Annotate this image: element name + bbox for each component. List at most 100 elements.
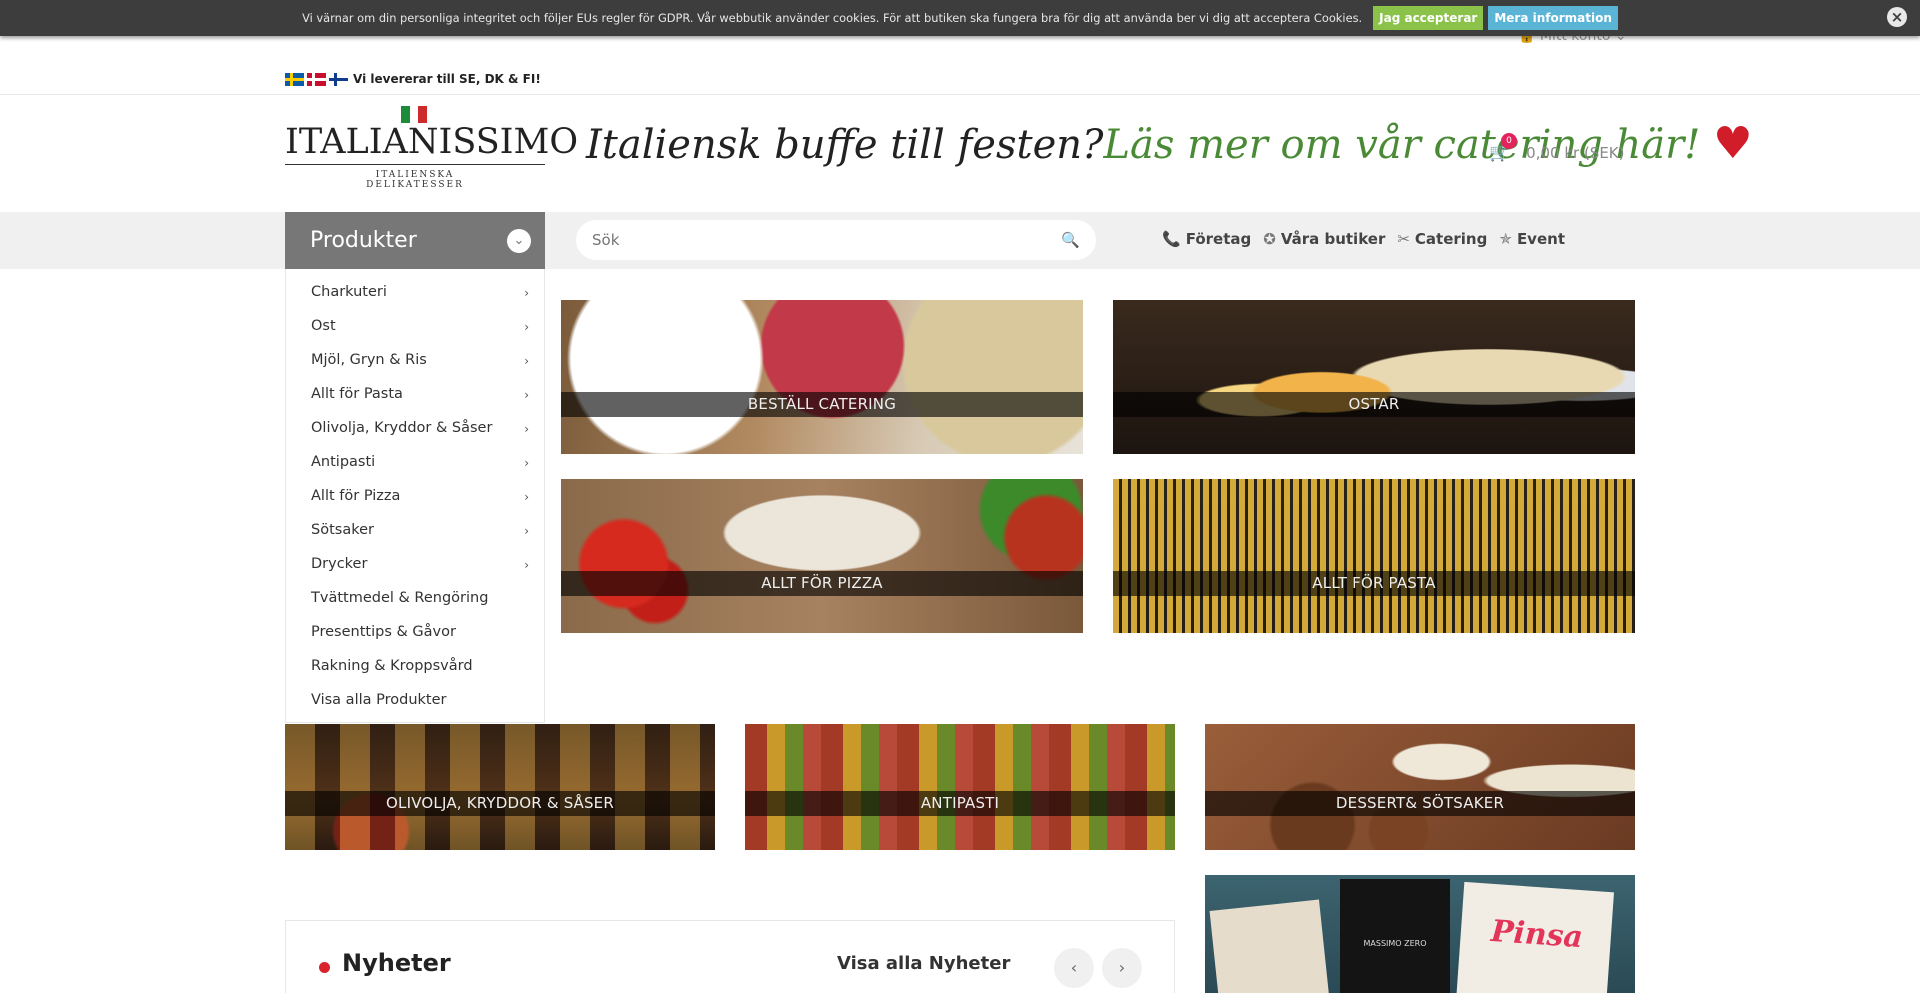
star-outline-icon: ✯ bbox=[1499, 230, 1512, 248]
link-event[interactable]: ✯ Event bbox=[1499, 230, 1565, 248]
utensils-icon: ✂ bbox=[1397, 230, 1410, 248]
chevron-right-icon: › bbox=[524, 286, 529, 300]
category-label: Ost bbox=[311, 318, 336, 334]
logo-subtitle: ITALIENSKA DELIKATESSER bbox=[366, 170, 464, 190]
cart-count-badge: 0 bbox=[1501, 133, 1517, 149]
heart-icon: ♥ bbox=[1713, 118, 1753, 169]
link-vara-butiker[interactable]: ✪ Våra butiker bbox=[1263, 230, 1385, 248]
products-menu-button[interactable]: Produkter ⌄ bbox=[285, 212, 545, 269]
close-icon[interactable]: × bbox=[1887, 7, 1907, 27]
category-item[interactable]: Antipasti › bbox=[286, 445, 544, 479]
category-label: Presenttips & Gåvor bbox=[311, 624, 456, 640]
link-foretag[interactable]: 📞 Företag bbox=[1162, 230, 1251, 248]
category-label: Mjöl, Gryn & Ris bbox=[311, 352, 427, 368]
tile-ostar[interactable]: OSTAR bbox=[1113, 300, 1635, 454]
tile-catering[interactable]: BESTÄLL CATERING bbox=[561, 300, 1083, 454]
category-sidebar: Charkuteri › Ost › Mjöl, Gryn & Ris › Allt … bbox=[285, 269, 545, 723]
category-label: Allt för Pasta bbox=[311, 386, 403, 402]
category-label: Rakning & Kroppsvård bbox=[311, 658, 473, 674]
chevron-right-icon[interactable]: › bbox=[1102, 948, 1142, 988]
cart[interactable]: 🛒 0 0,00 kr (SEK) bbox=[1489, 133, 1625, 163]
chevron-right-icon: › bbox=[524, 456, 529, 470]
tile-pizza[interactable]: ALLT FÖR PIZZA bbox=[561, 479, 1083, 633]
accept-cookies-button[interactable]: Jag accepterar bbox=[1373, 6, 1484, 30]
search-box: 🔍 bbox=[576, 220, 1096, 260]
news-section: Nyheter Visa alla Nyheter ‹ › bbox=[285, 920, 1175, 993]
category-item[interactable]: Mjöl, Gryn & Ris › bbox=[286, 343, 544, 377]
chevron-right-icon: › bbox=[524, 524, 529, 538]
delivery-text: Vi levererar till SE, DK & FI! bbox=[353, 72, 541, 86]
category-item[interactable]: Visa alla Produkter bbox=[286, 683, 544, 717]
category-item[interactable]: Drycker › bbox=[286, 547, 544, 581]
link-label: Catering bbox=[1414, 230, 1488, 248]
tile-label: OSTAR bbox=[1113, 392, 1635, 417]
category-item[interactable]: Ost › bbox=[286, 309, 544, 343]
category-item[interactable]: Presenttips & Gåvor bbox=[286, 615, 544, 649]
star-icon: ✪ bbox=[1263, 230, 1276, 248]
chevron-right-icon: › bbox=[524, 354, 529, 368]
promo-pinsa: Pinsa bbox=[1489, 913, 1585, 956]
divider bbox=[0, 94, 1920, 95]
promo-brand: MASSIMO ZERO bbox=[1363, 939, 1427, 948]
chevron-right-icon: › bbox=[524, 388, 529, 402]
site-logo[interactable]: ITALIANISSIMO ITALIENSKA DELIKATESSER bbox=[285, 104, 579, 196]
tile-promo-products[interactable]: MASSIMO ZERO Pinsa bbox=[1205, 875, 1635, 993]
link-label: Våra butiker bbox=[1280, 230, 1386, 248]
product-package: Pinsa bbox=[1455, 881, 1615, 993]
category-label: Allt för Pizza bbox=[311, 488, 401, 504]
category-label: Sötsaker bbox=[311, 522, 374, 538]
more-info-button[interactable]: Mera information bbox=[1488, 6, 1618, 30]
news-title: Nyheter bbox=[342, 949, 451, 977]
tile-label: ANTIPASTI bbox=[745, 791, 1175, 816]
tile-label: ALLT FÖR PASTA bbox=[1113, 571, 1635, 596]
tile-pasta[interactable]: ALLT FÖR PASTA bbox=[1113, 479, 1635, 633]
italy-flag-icon bbox=[401, 106, 428, 123]
search-icon[interactable]: 🔍 bbox=[1061, 231, 1080, 249]
phone-icon: 📞 bbox=[1162, 230, 1181, 248]
category-item[interactable]: Charkuteri › bbox=[286, 275, 544, 309]
cookie-bar: Vi värnar om din personliga integritet o… bbox=[0, 0, 1920, 36]
fi-flag-icon bbox=[329, 72, 348, 86]
tile-dessert[interactable]: DESSERT& SÖTSAKER bbox=[1205, 724, 1635, 850]
search-input[interactable] bbox=[592, 231, 1062, 249]
tile-label: BESTÄLL CATERING bbox=[561, 392, 1083, 417]
category-item[interactable]: Tvättmedel & Rengöring bbox=[286, 581, 544, 615]
tile-antipasti[interactable]: ANTIPASTI bbox=[745, 724, 1175, 850]
tile-label: ALLT FÖR PIZZA bbox=[561, 571, 1083, 596]
category-item[interactable]: Allt för Pizza › bbox=[286, 479, 544, 513]
cart-icon: 🛒 0 bbox=[1489, 133, 1517, 163]
chevron-right-icon: › bbox=[524, 422, 529, 436]
category-item[interactable]: Allt för Pasta › bbox=[286, 377, 544, 411]
category-item[interactable]: Rakning & Kroppsvård bbox=[286, 649, 544, 683]
top-links: 📞 Företag ✪ Våra butiker ✂ Catering ✯ Event bbox=[1162, 230, 1565, 248]
se-flag-icon bbox=[285, 72, 304, 86]
chevron-right-icon: › bbox=[524, 320, 529, 334]
tile-olivolja[interactable]: OLIVOLJA, KRYDDOR & SÅSER bbox=[285, 724, 715, 850]
category-label: Antipasti bbox=[311, 454, 376, 470]
category-label: Visa alla Produkter bbox=[311, 692, 447, 708]
red-dot-icon bbox=[319, 962, 330, 973]
tile-label: DESSERT& SÖTSAKER bbox=[1205, 791, 1635, 816]
products-label: Produkter bbox=[310, 228, 417, 253]
dk-flag-icon bbox=[307, 72, 326, 86]
category-item[interactable]: Sötsaker › bbox=[286, 513, 544, 547]
logo-name: ITALIANISSIMO bbox=[285, 122, 579, 162]
product-package bbox=[1209, 899, 1331, 993]
logo-rule bbox=[285, 164, 545, 165]
category-item[interactable]: Olivolja, Kryddor & Såser › bbox=[286, 411, 544, 445]
cookie-text: Vi värnar om din personliga integritet o… bbox=[302, 11, 1363, 25]
tile-label: OLIVOLJA, KRYDDOR & SÅSER bbox=[285, 791, 715, 816]
link-label: Företag bbox=[1185, 230, 1252, 248]
delivery-notice: Vi levererar till SE, DK & FI! bbox=[285, 72, 541, 86]
chevron-down-icon: ⌄ bbox=[507, 229, 531, 253]
chevron-right-icon: › bbox=[524, 490, 529, 504]
cart-total: 0,00 kr (SEK) bbox=[1526, 144, 1625, 162]
category-label: Olivolja, Kryddor & Såser bbox=[311, 420, 493, 436]
chevron-right-icon: › bbox=[524, 558, 529, 572]
product-package: MASSIMO ZERO bbox=[1340, 879, 1450, 993]
view-all-news-link[interactable]: Visa alla Nyheter bbox=[837, 953, 1010, 974]
link-catering[interactable]: ✂ Catering bbox=[1397, 230, 1487, 248]
category-label: Drycker bbox=[311, 556, 368, 572]
category-label: Charkuteri bbox=[311, 284, 387, 300]
chevron-left-icon[interactable]: ‹ bbox=[1054, 948, 1094, 988]
